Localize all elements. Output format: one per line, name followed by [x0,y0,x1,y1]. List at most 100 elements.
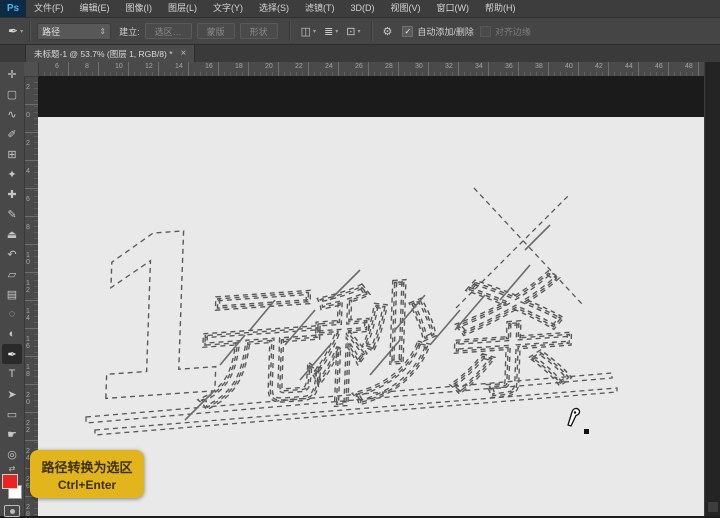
menu-item-1[interactable]: 编辑(E) [72,0,118,17]
path-selection-tool[interactable]: ➤ [2,384,22,404]
chevron-down-icon: ▾ [313,28,316,38]
chevron-down-icon: ▾ [20,28,23,38]
path-operations-icon[interactable]: ◫▾ [301,25,316,38]
ruler-h-number: 30 [415,63,423,70]
brush-tool[interactable]: ✎ [2,204,22,224]
dodge-tool[interactable]: ◐ [2,324,22,344]
ruler-v-number: 8 [26,225,30,232]
ruler-h-number: 40 [565,63,573,70]
menu-item-9[interactable]: 窗口(W) [429,0,478,17]
make-button-1: 蒙版 [197,23,235,39]
ruler-h-number: 22 [295,63,303,70]
document-tab[interactable]: 未标题-1 @ 53.7% (图层 1, RGB/8) * × [25,45,195,62]
ruler-v-number: 2 2 [26,421,30,434]
ruler-v-number: 0 [26,113,30,120]
checkmark-icon: ✓ [402,26,413,37]
healing-brush-tool[interactable]: ✚ [2,184,22,204]
menu-item-10[interactable]: 帮助(H) [477,0,524,17]
foreground-color-swatch[interactable] [2,474,18,489]
clone-stamp-tool[interactable]: ⏏ [2,224,22,244]
quick-selection-tool[interactable]: ✐ [2,124,22,144]
cursor-anchor-dot [584,429,589,434]
ruler-h-number: 48 [685,63,693,70]
menu-bar: Ps 文件(F)编辑(E)图像(I)图层(L)文字(Y)选择(S)滤镜(T)3D… [0,0,720,18]
workspace: ✛▢∿✐⊞✦✚✎⏏↶▱▤◌◐✒T➤▭☛◎ ⇄ 68101214161820222… [0,62,720,516]
ruler-v-number: 1 6 [26,337,30,350]
ruler-v-number: 1 4 [26,309,30,322]
ruler-h-number: 32 [445,63,453,70]
make-button-2: 形状 [240,23,278,39]
ruler-h-number: 38 [535,63,543,70]
ruler-h-number: 26 [355,63,363,70]
type-tool[interactable]: T [2,364,22,384]
ruler-h-number: 20 [265,63,273,70]
ruler-h-number: 42 [595,63,603,70]
eyedropper-tool[interactable]: ✦ [2,164,22,184]
menu-item-4[interactable]: 文字(Y) [205,0,251,17]
ruler-v-number: 2 0 [26,393,30,406]
menu-item-7[interactable]: 3D(D) [343,0,383,17]
scrollbar-thumb[interactable] [708,502,718,512]
menu-item-0[interactable]: 文件(F) [26,0,72,17]
menu-item-2[interactable]: 图像(I) [118,0,161,17]
move-tool[interactable]: ✛ [2,64,22,84]
ruler-v-number: 2 8 [26,505,30,518]
ruler-h-number: 28 [385,63,393,70]
ruler-h-number: 18 [235,63,243,70]
ruler-h-number: 10 [115,63,123,70]
artwork-char: 杀 [447,264,580,416]
ruler-v-number: 1 2 [26,281,30,294]
ruler-h-number: 6 [55,63,59,70]
tooltip-shortcut: Ctrl+Enter [58,478,116,492]
quick-mask-icon[interactable] [4,505,20,517]
photoshop-window: Ps 文件(F)编辑(E)图像(I)图层(L)文字(Y)选择(S)滤镜(T)3D… [0,0,720,516]
ruler-v-number: 2 [26,85,30,92]
photoshop-logo: Ps [0,0,26,17]
menu-item-8[interactable]: 视图(V) [383,0,429,17]
menu-item-5[interactable]: 选择(S) [251,0,297,17]
make-label: 建立: [119,25,140,38]
ruler-origin-corner[interactable] [24,62,39,77]
tools-panel: ✛▢∿✐⊞✦✚✎⏏↶▱▤◌◐✒T➤▭☛◎ ⇄ [0,62,25,516]
gear-icon[interactable]: ⚙ [383,25,393,38]
ruler-v-number: 1 0 [26,253,30,266]
divider [289,21,291,41]
swap-colors-icon[interactable]: ⇄ [9,464,16,473]
auto-add-delete-checkbox[interactable]: ✓ 自动添加/删除 [402,25,474,38]
divider [371,21,373,41]
path-alignment-icon[interactable]: ≣▾ [324,25,338,38]
color-swatches [2,474,22,499]
pen-tool[interactable]: ✒ [2,344,22,364]
shape-tool[interactable]: ▭ [2,404,22,424]
pen-cursor-icon [564,404,584,428]
ruler-h-number: 36 [505,63,513,70]
tool-preset-picker[interactable]: ✒ ▾ [8,24,23,38]
align-edges-label: 对齐边缘 [495,25,531,38]
auto-add-delete-label: 自动添加/删除 [417,25,474,38]
pen-mode-dropdown[interactable]: 路径 ⇕ [37,23,111,40]
ruler-h-number: 24 [325,63,333,70]
document-title: 未标题-1 @ 53.7% (图层 1, RGB/8) * [34,48,173,60]
eraser-tool[interactable]: ▱ [2,264,22,284]
path-arrangement-icon[interactable]: ⊡▾ [346,25,360,38]
lasso-tool[interactable]: ∿ [2,104,22,124]
crop-tool[interactable]: ⊞ [2,144,22,164]
hand-tool[interactable]: ☛ [2,424,22,444]
ruler-h-number: 34 [475,63,483,70]
pen-tool-icon: ✒ [8,24,18,38]
menu-item-3[interactable]: 图层(L) [160,0,205,17]
chevron-down-icon: ▾ [358,28,361,38]
history-brush-tool[interactable]: ↶ [2,244,22,264]
menu-item-6[interactable]: 滤镜(T) [297,0,343,17]
document-tab-bar: 未标题-1 @ 53.7% (图层 1, RGB/8) * × [0,45,720,62]
divider [29,21,31,41]
tool-list: ✛▢∿✐⊞✦✚✎⏏↶▱▤◌◐✒T➤▭☛◎ [2,64,22,464]
marquee-tool[interactable]: ▢ [2,84,22,104]
horizontal-ruler[interactable]: 6810121416182022242628303234363840424446… [38,62,705,77]
make-button-0: 选区… [145,23,192,39]
close-icon[interactable]: × [181,49,187,59]
pen-mode-value: 路径 [42,25,60,38]
gradient-tool[interactable]: ▤ [2,284,22,304]
zoom-tool[interactable]: ◎ [2,444,22,464]
blur-tool[interactable]: ◌ [2,304,22,324]
